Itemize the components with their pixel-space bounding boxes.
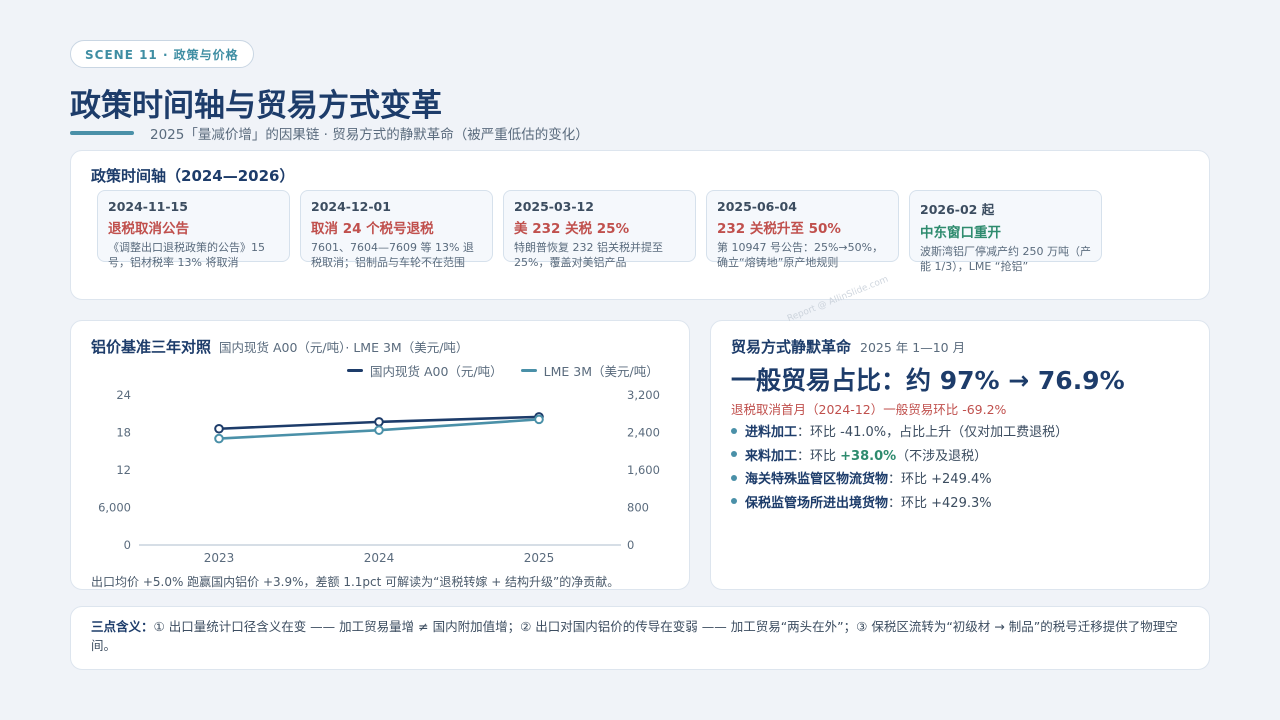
y-left-tick-label: 12 bbox=[116, 463, 131, 477]
bullet-label: 保税监管场所进出境货物 bbox=[745, 495, 889, 511]
y-right-tick-label: 2,400 bbox=[627, 426, 660, 440]
timeline-headline: 退税取消公告 bbox=[108, 221, 189, 237]
scene-pill: SCENE 11 · 政策与价格 bbox=[70, 40, 254, 68]
timeline-date: 2026-02 起 bbox=[920, 202, 995, 217]
trade-revolution-card: 贸易方式静默革命 2025 年 1—10 月 一般贸易占比：约 97% → 76… bbox=[710, 320, 1210, 590]
data-point bbox=[534, 414, 544, 425]
y-right-tick-label: 800 bbox=[627, 501, 649, 515]
x-tick-label: 2023 bbox=[204, 551, 235, 565]
timeline-headline: 取消 24 个税号退税 bbox=[311, 221, 434, 237]
implications-body: ① 出口量统计口径含义在变 —— 加工贸易量增 ≠ 国内附加值增；② 出口对国内… bbox=[91, 619, 1178, 653]
timeline-headline: 美 232 关税 25% bbox=[514, 221, 630, 237]
trade-period: 2025 年 1—10 月 bbox=[860, 340, 966, 355]
list-item: 保税监管场所进出境货物：环比 +429.3% bbox=[731, 490, 1068, 514]
implications-label: 三点含义： bbox=[91, 619, 154, 634]
x-tick-label: 2024 bbox=[364, 551, 395, 565]
subtitle-accent-bar bbox=[70, 131, 134, 135]
legend-label: 国内现货 A00（元/吨） bbox=[370, 364, 503, 379]
chart-subtitle: 国内现货 A00（元/吨）· LME 3M（美元/吨） bbox=[219, 340, 469, 355]
price-chart-card: 24 18 12 6,000 0 3,200 2,400 1,600 800 0 2023 2024 2… bbox=[70, 320, 690, 590]
y-right-tick-label: 3,200 bbox=[627, 388, 660, 402]
trade-headline-stat: 一般贸易占比：约 97% → 76.9% bbox=[731, 366, 1125, 395]
timeline-desc: 特朗普恢复 232 铝关税并提至 25%，覆盖对美铝产品 bbox=[514, 241, 663, 269]
timeline-date: 2025-06-04 bbox=[717, 199, 797, 214]
bullet-label: 海关特殊监管区物流货物 bbox=[745, 472, 889, 488]
timeline-item: 2024-12-01 取消 24 个税号退税 7601、7604—7609 等 … bbox=[300, 190, 493, 269]
timeline-desc: 第 10947 号公告：25%→50%，确立“熔铸地”原产地规则 bbox=[717, 241, 884, 269]
data-point bbox=[374, 425, 384, 435]
legend-item-lme: LME 3M（美元/吨） bbox=[520, 361, 659, 380]
page-title: 政策时间轴与贸易方式变革 bbox=[70, 88, 442, 124]
y-left-tick-label: 24 bbox=[116, 388, 131, 402]
bullet-label: 来料加工 bbox=[745, 448, 798, 464]
data-point bbox=[214, 433, 224, 444]
timeline-item: 2025-03-12 美 232 关税 25% 特朗普恢复 232 铝关税并提至… bbox=[503, 190, 696, 269]
timeline-desc: 7601、7604—7609 等 13% 退税取消；铝制品与车轮不在范围 bbox=[311, 241, 474, 269]
bullet-value: ：环比 +249.4% bbox=[888, 472, 992, 488]
timeline-date: 2025-03-12 bbox=[514, 199, 594, 214]
chart-legend: 国内现货 A00（元/吨） LME 3M（美元/吨） bbox=[347, 361, 659, 380]
policy-timeline-card: 政策时间轴（2024—2026） 2024-11-15 退税取消公告 《调整出口… bbox=[70, 150, 1210, 300]
y-left-tick-label: 18 bbox=[116, 426, 131, 440]
chart-title: 铝价基准三年对照 bbox=[91, 338, 212, 356]
timeline-desc: 波斯湾铝厂停减产约 250 万吨（产能 1/3），LME “抢铝” bbox=[920, 245, 1091, 273]
list-item: 进料加工：环比 -41.0%，占比上升（仅对加工费退税） bbox=[731, 419, 1068, 443]
scene-pill-label: SCENE 11 · 政策与价格 bbox=[85, 47, 239, 62]
timeline-item: 2025-06-04 232 关税升至 50% 第 10947 号公告：25%→… bbox=[706, 190, 899, 269]
timeline-title: 政策时间轴（2024—2026） bbox=[91, 167, 295, 185]
legend-label: LME 3M（美元/吨） bbox=[543, 364, 659, 379]
timeline-item: 2026-02 起 中东窗口重开 波斯湾铝厂停减产约 250 万吨（产能 1/3… bbox=[909, 190, 1102, 273]
timeline-headline: 232 关税升至 50% bbox=[717, 221, 841, 237]
bullet-label: 进料加工 bbox=[745, 425, 798, 441]
timeline-date: 2024-12-01 bbox=[311, 199, 391, 214]
x-tick-label: 2025 bbox=[524, 551, 555, 565]
list-item: 海关特殊监管区物流货物：环比 +249.4% bbox=[731, 466, 1068, 490]
bullet-value-emphasis: +38.0% bbox=[840, 448, 897, 464]
y-left-tick-label: 0 bbox=[124, 538, 131, 552]
page-subtitle: 2025「量减价增」的因果链 · 贸易方式的静默革命（被严重低估的变化） bbox=[150, 127, 589, 143]
legend-swatch bbox=[520, 369, 537, 372]
timeline-headline: 中东窗口重开 bbox=[920, 225, 1001, 241]
y-right-tick-label: 0 bbox=[627, 538, 634, 552]
bullet-dot-icon bbox=[731, 427, 737, 434]
chart-note: 出口均价 +5.0% 跑赢国内铝价 +3.9%，差额 1.1pct 可解读为“退… bbox=[91, 575, 620, 589]
timeline-date: 2024-11-15 bbox=[108, 199, 188, 214]
y-left-tick-label: 6,000 bbox=[98, 501, 131, 515]
list-item: 来料加工：环比 +38.0%（不涉及退税） bbox=[731, 443, 1068, 467]
y-right-tick-label: 1,600 bbox=[627, 463, 660, 477]
timeline-item: 2024-11-15 退税取消公告 《调整出口退税政策的公告》15号，铝材税率 … bbox=[97, 190, 290, 269]
bullet-value: ：环比 -41.0%，占比上升（仅对加工费退税） bbox=[797, 425, 1069, 441]
data-point bbox=[214, 423, 224, 434]
bullet-value: ：环比 +429.3% bbox=[888, 495, 992, 511]
implications-text: 三点含义：① 出口量统计口径含义在变 —— 加工贸易量增 ≠ 国内附加值增；② … bbox=[91, 617, 1191, 655]
trade-title: 贸易方式静默革命 bbox=[731, 338, 852, 356]
trade-bullet-list: 进料加工：环比 -41.0%，占比上升（仅对加工费退税） 来料加工：环比 +38… bbox=[731, 419, 1068, 513]
timeline-desc: 《调整出口退税政策的公告》15号，铝材税率 13% 将取消 bbox=[108, 241, 265, 269]
legend-item-domestic: 国内现货 A00（元/吨） bbox=[347, 361, 503, 380]
bullet-dot-icon bbox=[731, 474, 737, 481]
trade-note: 退税取消首月（2024-12）一般贸易环比 -69.2% bbox=[731, 402, 1007, 417]
bullet-value-suffix: （不涉及退税） bbox=[896, 448, 988, 464]
data-point bbox=[374, 417, 384, 427]
timeline-row: 2024-11-15 退税取消公告 《调整出口退税政策的公告》15号，铝材税率 … bbox=[97, 190, 1102, 273]
bullet-dot-icon bbox=[731, 498, 737, 505]
bullet-value: ：环比 bbox=[797, 448, 841, 464]
legend-swatch bbox=[347, 369, 363, 372]
bullet-dot-icon bbox=[731, 451, 737, 458]
implications-card: 三点含义：① 出口量统计口径含义在变 —— 加工贸易量增 ≠ 国内附加值增；② … bbox=[70, 606, 1210, 670]
